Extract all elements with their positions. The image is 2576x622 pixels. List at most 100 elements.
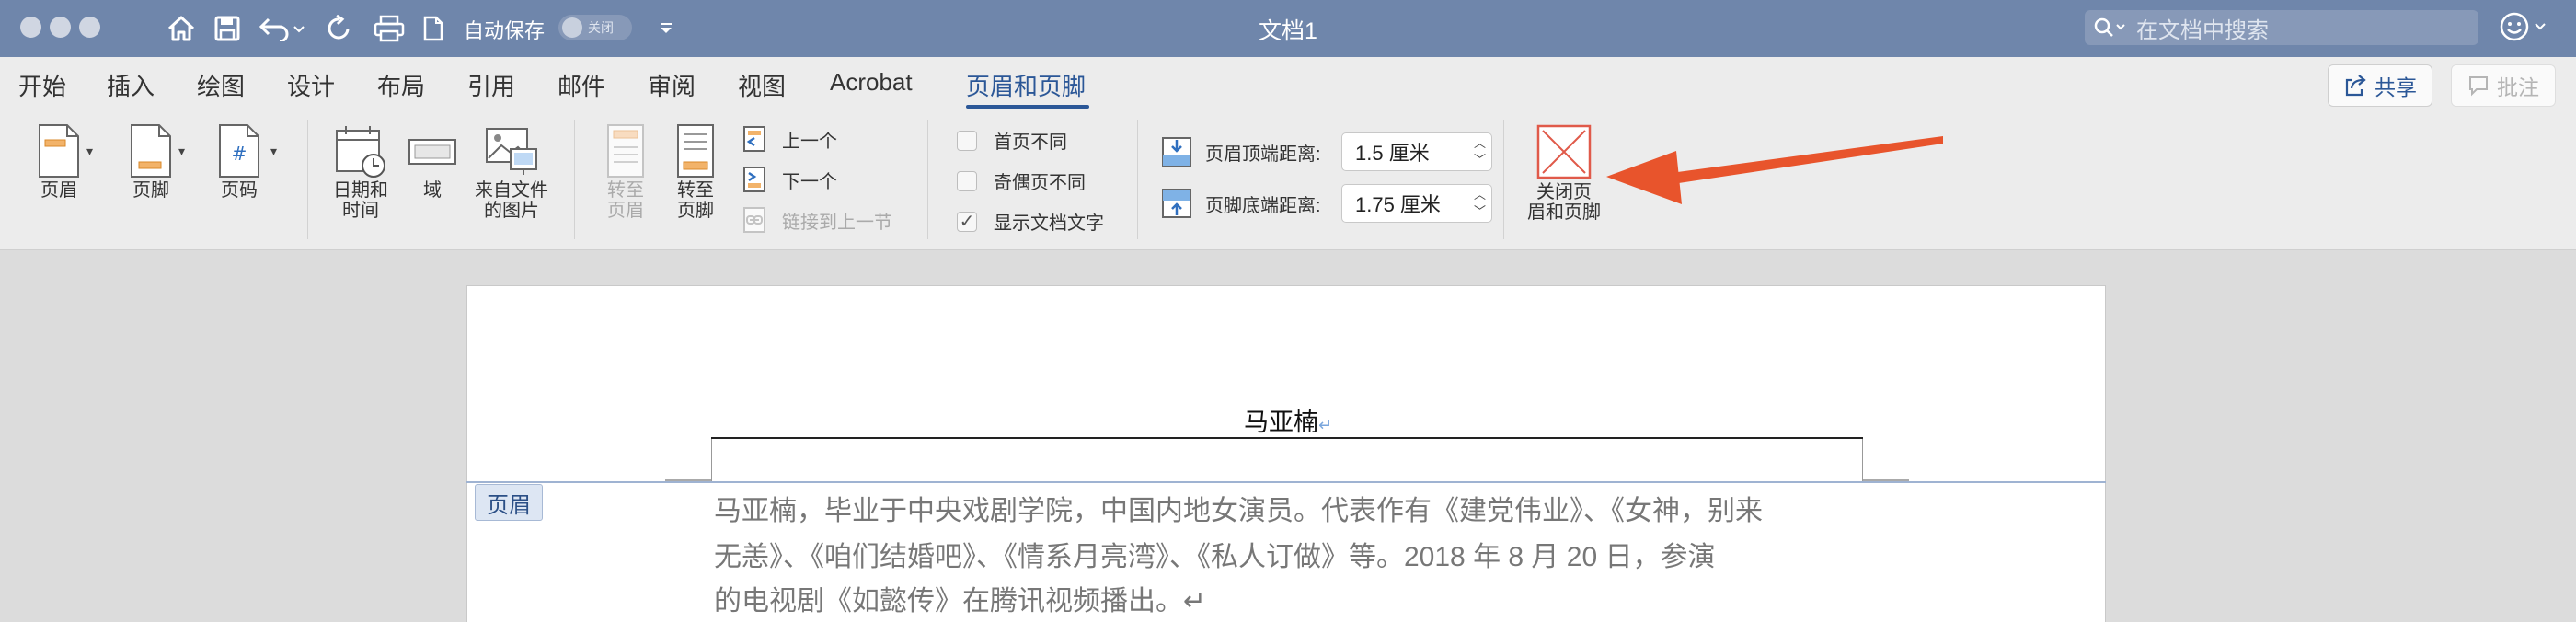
zoom-window-button[interactable] — [79, 17, 100, 38]
different-first-page-checkbox[interactable]: 首页不同 — [957, 127, 1067, 154]
home-icon[interactable] — [164, 11, 199, 46]
tab-view[interactable]: 视图 — [738, 68, 786, 102]
different-odd-even-checkbox[interactable]: 奇偶页不同 — [957, 167, 1086, 194]
footer-position-icon — [1162, 189, 1191, 218]
print-icon[interactable] — [370, 11, 408, 46]
header-button[interactable]: 页眉 — [28, 123, 90, 201]
tab-draw[interactable]: 绘图 — [197, 68, 245, 102]
ribbon-toolbar: 页眉 ▾ 页脚 ▾ # 页码 ▾ 日期和 时间 域 来自文件 的图片 转至 页眉… — [0, 112, 2576, 250]
previous-label: 上一个 — [782, 131, 837, 152]
body-text-line[interactable]: 的电视剧《如懿传》在腾讯视频播出。↵ — [714, 578, 1206, 618]
previous-button[interactable]: 上一个 — [742, 125, 837, 153]
header-from-top-value: 1.5 厘米 — [1355, 142, 1430, 165]
redo-icon[interactable] — [322, 11, 357, 46]
feedback-smiley-icon[interactable] — [2499, 11, 2552, 44]
picture-icon — [486, 128, 537, 175]
date-time-label-2: 时间 — [342, 201, 379, 221]
spinner-arrows-icon[interactable]: ︿ ﹀ — [1474, 187, 1486, 220]
different-first-page-label: 首页不同 — [994, 132, 1067, 153]
different-odd-even-label: 奇偶页不同 — [994, 173, 1086, 193]
tab-references[interactable]: 引用 — [467, 68, 515, 102]
group-divider — [574, 120, 575, 239]
header-from-top-spinner[interactable]: 1.5 厘米 ︿ ﹀ — [1341, 132, 1492, 171]
title-bar: 自动保存 关闭 文档1 在文档中搜索 — [0, 0, 2576, 57]
page-number-label: 页码 — [221, 180, 258, 201]
close-label-2: 眉和页脚 — [1527, 202, 1601, 223]
footer-from-bottom-spinner[interactable]: 1.75 厘米 ︿ ﹀ — [1341, 184, 1492, 223]
page-number-icon: # — [219, 124, 259, 178]
date-time-button[interactable]: 日期和 时间 — [324, 123, 397, 221]
tab-mailings[interactable]: 邮件 — [558, 68, 605, 102]
header-from-top-label-group: 页眉顶端距离: — [1161, 136, 1321, 167]
close-header-footer-button[interactable]: 关闭页 眉和页脚 — [1518, 123, 1610, 223]
group-divider — [1137, 120, 1138, 239]
goto-footer-button[interactable]: 转至 页脚 — [668, 123, 723, 221]
calendar-clock-icon — [336, 126, 385, 178]
next-label: 下一个 — [782, 171, 837, 192]
spinner-arrows-icon[interactable]: ︿ ﹀ — [1474, 135, 1486, 168]
autosave-toggle[interactable]: 关闭 — [558, 15, 632, 40]
close-label-1: 关闭页 — [1536, 182, 1592, 202]
link-to-previous-label: 链接到上一节 — [782, 212, 892, 233]
new-document-icon[interactable] — [420, 11, 447, 46]
field-button[interactable]: 域 — [403, 123, 462, 201]
goto-footer-label-2: 页脚 — [677, 201, 714, 221]
comment-label: 批注 — [2497, 75, 2539, 99]
page-number-button[interactable]: # 页码 — [208, 123, 270, 201]
link-to-previous-button[interactable]: 链接到上一节 — [742, 206, 892, 234]
page-number-dropdown-icon[interactable]: ▾ — [270, 144, 277, 159]
share-label: 共享 — [2375, 75, 2417, 99]
share-icon — [2345, 75, 2366, 97]
undo-icon[interactable] — [256, 11, 307, 46]
goto-footer-icon — [677, 124, 714, 178]
minimize-window-button[interactable] — [50, 17, 71, 38]
tab-review[interactable]: 审阅 — [648, 68, 696, 102]
footer-button[interactable]: 页脚 — [120, 123, 182, 201]
body-text-line[interactable]: 无恙》、《咱们结婚吧》、《情系月亮湾》、《私人订做》等。2018 年 8 月 2… — [714, 534, 1715, 574]
document-title: 文档1 — [1259, 18, 1317, 44]
group-divider — [1503, 120, 1504, 239]
comment-button[interactable]: 批注 — [2451, 64, 2556, 107]
tab-layout[interactable]: 布局 — [377, 68, 425, 102]
close-window-button[interactable] — [20, 17, 41, 38]
tab-design[interactable]: 设计 — [287, 68, 335, 102]
goto-header-label-1: 转至 — [607, 180, 644, 201]
next-button[interactable]: 下一个 — [742, 166, 837, 193]
save-icon[interactable] — [210, 11, 245, 46]
ribbon-tabs: 开始 插入 绘图 设计 布局 引用 邮件 审阅 视图 Acrobat 页眉和页脚… — [0, 57, 2576, 112]
share-button[interactable]: 共享 — [2328, 64, 2432, 107]
field-icon — [408, 139, 456, 165]
tab-header-footer[interactable]: 页眉和页脚 — [966, 68, 1086, 102]
group-divider — [927, 120, 928, 239]
previous-section-icon — [743, 126, 765, 152]
comment-icon — [2469, 76, 2488, 97]
header-dropdown-icon[interactable]: ▾ — [86, 144, 93, 159]
search-input[interactable]: 在文档中搜索 — [2085, 10, 2478, 45]
footer-from-bottom-value: 1.75 厘米 — [1355, 193, 1441, 216]
active-tab-indicator — [966, 105, 1089, 109]
goto-header-button[interactable]: 转至 页眉 — [598, 123, 653, 221]
header-text[interactable]: 马亚楠↵ — [1224, 402, 1352, 438]
show-document-text-checkbox[interactable]: ✓ 显示文档文字 — [957, 208, 1104, 235]
checkbox-box — [957, 170, 977, 191]
header-page-icon — [39, 124, 79, 178]
footer-from-bottom-label-group: 页脚底端距离: — [1161, 188, 1321, 219]
next-section-icon — [743, 167, 765, 192]
goto-header-icon — [607, 124, 644, 178]
body-text-line[interactable]: 马亚楠，毕业于中央戏剧学院，中国内地女演员。代表作有《建党伟业》、《女神，别来 — [714, 488, 1763, 528]
header-edit-area[interactable] — [711, 439, 1863, 481]
header-separator-line — [466, 481, 2106, 483]
tab-insert[interactable]: 插入 — [107, 68, 155, 102]
header-position-icon — [1162, 137, 1191, 167]
customize-toolbar-icon[interactable] — [653, 11, 679, 46]
checkmark-icon: ✓ — [957, 211, 977, 232]
header-region-tag: 页眉 — [475, 484, 543, 521]
group-divider — [307, 120, 308, 239]
footer-dropdown-icon[interactable]: ▾ — [178, 144, 185, 159]
goto-header-label-2: 页眉 — [607, 201, 644, 221]
picture-from-file-button[interactable]: 来自文件 的图片 — [471, 123, 552, 221]
tab-acrobat[interactable]: Acrobat — [830, 68, 913, 97]
annotation-arrow — [1606, 136, 1943, 204]
tab-home[interactable]: 开始 — [18, 68, 66, 102]
toggle-knob — [562, 17, 582, 38]
